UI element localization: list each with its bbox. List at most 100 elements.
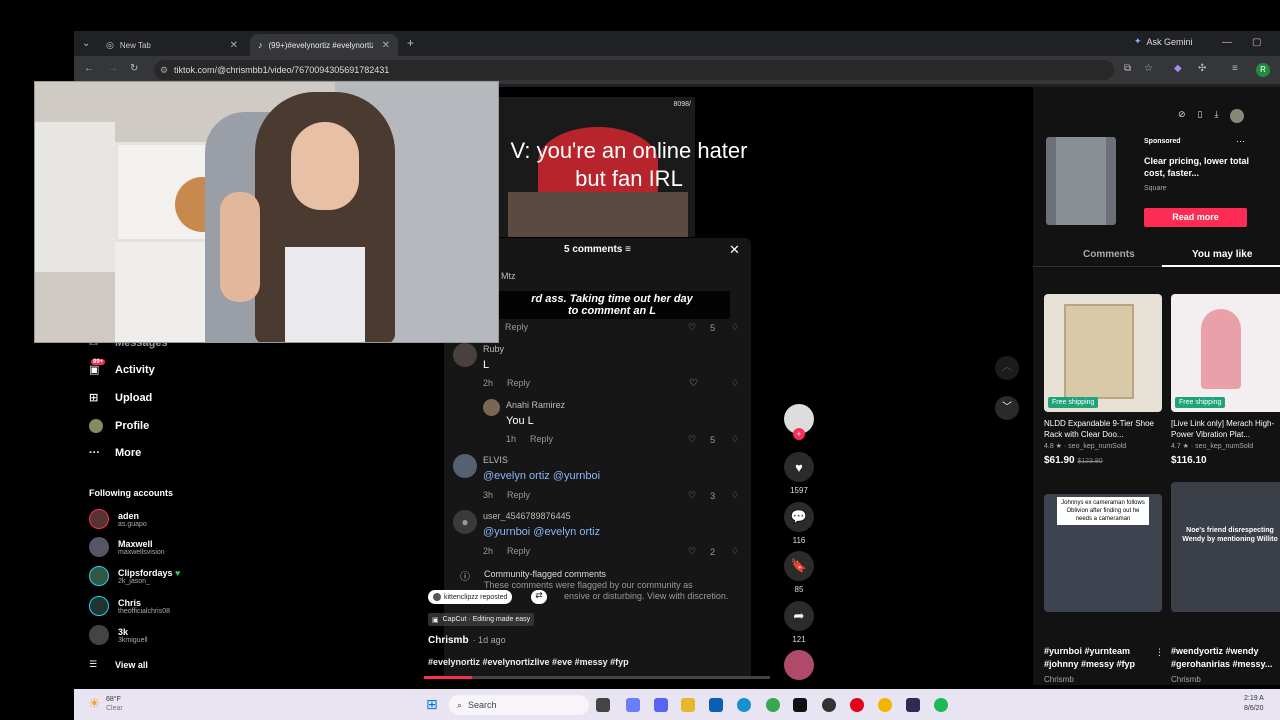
weather-icon[interactable]: ☀ — [88, 695, 101, 712]
opera-icon[interactable] — [850, 698, 864, 712]
back-icon[interactable]: ← — [84, 63, 94, 74]
discord-icon[interactable] — [654, 698, 668, 712]
close-tab-icon[interactable]: ✕ — [382, 40, 390, 51]
reply-button[interactable]: Reply — [507, 546, 530, 556]
comment-author[interactable]: Ruby — [483, 344, 504, 354]
comment-like[interactable]: ♡ 5 — [688, 434, 715, 445]
tab-list-icon[interactable]: ⌄ — [82, 38, 90, 49]
avatar[interactable] — [483, 399, 500, 416]
tiktok-icon[interactable] — [793, 698, 807, 712]
extensions-puzzle-icon[interactable]: ✣ — [1198, 63, 1206, 74]
following-account[interactable]: Maxwell maxwellsvision — [89, 537, 165, 557]
close-tab-icon[interactable]: ✕ — [230, 40, 238, 51]
spotify-icon[interactable] — [934, 698, 948, 712]
comment-author[interactable]: user_4546789876445 — [483, 511, 571, 521]
product-card[interactable]: Free shipping NLDD Expandable 9-Tier Sho… — [1044, 294, 1162, 466]
reply-button[interactable]: Reply — [530, 434, 553, 444]
store-icon[interactable] — [709, 698, 723, 712]
avatar[interactable] — [1230, 109, 1245, 123]
like-button[interactable]: ♥ 1597 — [784, 452, 814, 495]
ad-image[interactable] — [1046, 137, 1116, 225]
capcut-anchor[interactable]: ▣ CapCut · Editing made easy — [428, 613, 535, 626]
clock-date[interactable]: 8/6/20 — [1244, 705, 1263, 712]
chrome-icon[interactable] — [766, 698, 780, 712]
avatar[interactable] — [453, 343, 477, 367]
edge-icon[interactable] — [737, 698, 751, 712]
file-explorer-icon[interactable] — [681, 698, 695, 712]
menu-lines-icon[interactable]: ≡ — [1232, 63, 1238, 74]
bookmark-star-icon[interactable]: ☆ — [1144, 63, 1153, 74]
post-hashtags[interactable]: #evelynortiz #evelynortizlive #eve #mess… — [428, 657, 629, 667]
video-card-thumbnail[interactable]: Noe's friend disrespecting Wendy by ment… — [1171, 482, 1280, 612]
weather-temp[interactable]: 68°F — [106, 696, 121, 703]
tab-you-may-like[interactable]: You may like — [1192, 249, 1252, 260]
sidebar-item-upload[interactable]: ⊞ Upload — [89, 391, 152, 405]
download-icon[interactable]: ⤓ — [1215, 109, 1219, 123]
app-icon[interactable] — [906, 698, 920, 712]
install-icon[interactable]: ⧉ — [1124, 63, 1131, 74]
minimize-icon[interactable]: — — [1222, 37, 1232, 48]
default-avatar-icon[interactable]: ● — [453, 510, 477, 534]
sidebar-item-profile[interactable]: Profile — [89, 419, 149, 433]
following-account[interactable]: Clipsfordays ♥ 2k_jason_ — [89, 566, 180, 586]
dislike-icon[interactable]: ♢ — [731, 546, 739, 557]
sidebar-item-more[interactable]: ··· More — [89, 447, 141, 459]
tab-tiktok[interactable]: ♪ (99+)#evelynortiz #evelynortiz ✕ — [250, 34, 398, 56]
task-view-icon[interactable] — [596, 698, 610, 712]
next-video-chevron-down-icon[interactable]: ﹀ — [995, 396, 1019, 420]
ask-gemini-button[interactable]: ✦ Ask Gemini — [1134, 36, 1193, 47]
comment-like[interactable]: ♡ 5 — [688, 322, 715, 333]
reply-button[interactable]: Reply — [507, 378, 530, 388]
site-info-icon[interactable]: ⚙ — [160, 65, 168, 76]
dislike-icon[interactable]: ♢ — [731, 378, 739, 389]
reposted-badge[interactable]: kittenclipzz reposted — [428, 590, 513, 604]
more-options-icon[interactable]: ··· — [1236, 136, 1245, 146]
dislike-icon[interactable]: ♢ — [731, 322, 739, 333]
windows-start-icon[interactable]: ⊞ — [426, 696, 438, 713]
save-button[interactable]: 🔖 85 — [784, 551, 814, 594]
reload-icon[interactable]: ↻ — [130, 63, 138, 74]
copilot-icon[interactable] — [626, 698, 640, 712]
share-button[interactable]: ➦ 121 — [784, 601, 814, 644]
video-card-thumbnail[interactable]: Johnnys ex cameraman follows Oblivion af… — [1044, 494, 1162, 612]
dislike-icon[interactable]: ♢ — [731, 434, 739, 445]
obs-icon[interactable] — [822, 698, 836, 712]
close-icon[interactable]: ✕ — [729, 242, 740, 258]
comment-button[interactable]: 💬 116 — [784, 502, 814, 545]
video-card-author[interactable]: Chrismb — [1044, 675, 1074, 685]
filter-icon[interactable]: ≡ — [625, 244, 631, 255]
extension-icon[interactable]: ◆ — [1174, 63, 1182, 74]
url-bar[interactable]: ⚙ tiktok.com/@chrismbb1/video/7670094305… — [154, 60, 1114, 80]
reply-button[interactable]: Reply — [505, 322, 528, 332]
comment-author[interactable]: ELVIS — [483, 455, 508, 465]
comment-like[interactable]: ♡ 2 — [688, 546, 715, 557]
maximize-icon[interactable]: ▢ — [1252, 37, 1261, 48]
prev-video-chevron-up-icon[interactable]: ︿ — [995, 356, 1019, 380]
clock-time[interactable]: 2:19 A — [1244, 695, 1264, 702]
comment-author[interactable]: Anahi Ramirez — [506, 400, 565, 410]
video-card-author[interactable]: Chrismb — [1171, 675, 1201, 685]
tab-comments[interactable]: Comments — [1083, 249, 1135, 260]
following-account[interactable]: aden as.guapo — [89, 509, 147, 529]
compass-icon[interactable]: ⊘ — [1178, 109, 1186, 123]
sidebar-item-activity[interactable]: ▣ 99+ Activity — [89, 359, 155, 376]
post-author[interactable]: Chrismb — [428, 635, 469, 646]
avatar[interactable] — [453, 454, 477, 478]
heart-outline-icon[interactable]: ♡ — [689, 378, 698, 389]
phone-icon[interactable]: ▯ — [1198, 109, 1203, 123]
repost-icon[interactable]: ⇄ — [531, 590, 547, 604]
music-disc-button[interactable] — [784, 650, 814, 680]
following-account[interactable]: Chris theofficialchris08 — [89, 596, 170, 616]
chrome-alt-icon[interactable] — [878, 698, 892, 712]
dislike-icon[interactable]: ♢ — [731, 490, 739, 501]
more-options-icon[interactable]: ⋮ — [1155, 647, 1164, 658]
author-avatar-button[interactable]: + — [784, 404, 814, 440]
video-progress-bar[interactable] — [424, 676, 770, 679]
video-card-tags[interactable]: #yurnboi #yurnteam #johnny #messy #fyp — [1044, 645, 1162, 671]
comment-like[interactable]: ♡ 3 — [688, 490, 715, 501]
tab-new-tab[interactable]: ◎ New Tab ✕ — [98, 34, 246, 56]
new-tab-button[interactable]: + — [407, 36, 414, 50]
forward-icon[interactable]: → — [108, 63, 118, 74]
read-more-button[interactable]: Read more — [1144, 208, 1247, 227]
profile-avatar[interactable]: R — [1256, 63, 1270, 77]
